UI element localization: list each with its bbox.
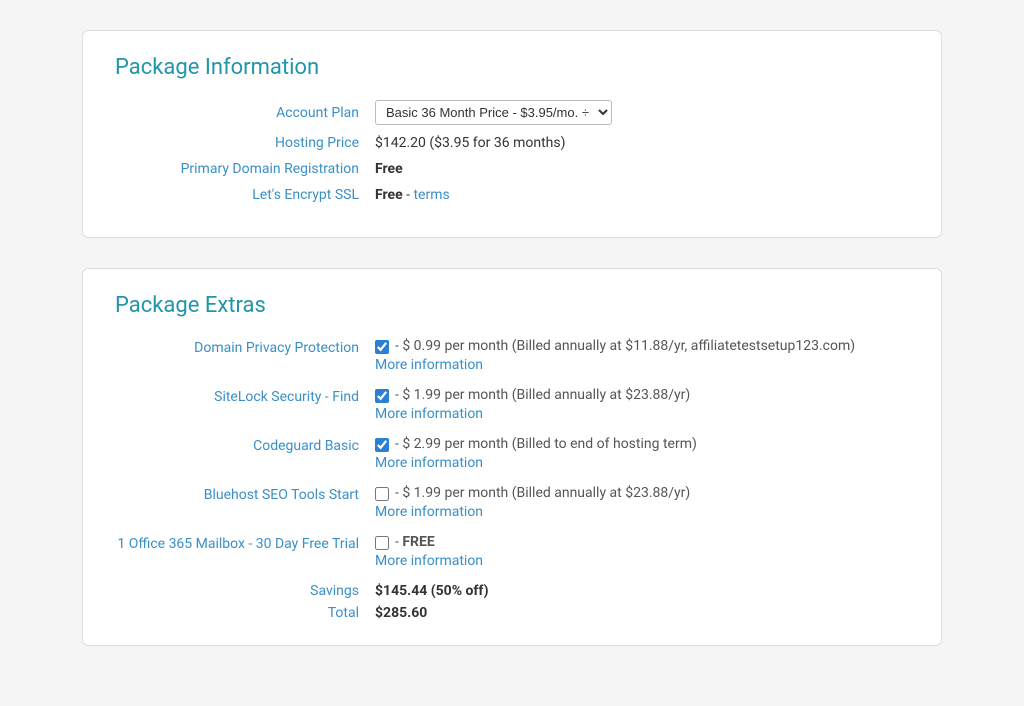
package-information-card: Package Information Account Plan Basic 3… — [82, 30, 942, 238]
sitelock-check-row: - $ 1.99 per month (Billed annually at $… — [375, 387, 909, 403]
domain-privacy-description: - $ 0.99 per month (Billed annually at $… — [395, 338, 855, 354]
office365-value: - FREE More information — [375, 534, 909, 569]
codeguard-label: Codeguard Basic — [115, 436, 375, 454]
codeguard-check-row: - $ 2.99 per month (Billed to end of hos… — [375, 436, 909, 452]
ssl-label: Let's Encrypt SSL — [115, 187, 375, 203]
total-row: Total $285.60 — [115, 605, 909, 621]
seo-tools-checkbox[interactable] — [375, 487, 389, 501]
codeguard-value: - $ 2.99 per month (Billed to end of hos… — [375, 436, 909, 471]
codeguard-row: Codeguard Basic - $ 2.99 per month (Bill… — [115, 436, 909, 471]
package-info-title: Package Information — [115, 55, 909, 80]
primary-domain-value: Free — [375, 161, 403, 177]
sitelock-checkbox[interactable] — [375, 389, 389, 403]
account-plan-value: Basic 36 Month Price - $3.95/mo. ÷ — [375, 100, 612, 125]
primary-domain-label: Primary Domain Registration — [115, 161, 375, 177]
domain-privacy-check-row: - $ 0.99 per month (Billed annually at $… — [375, 338, 909, 354]
hosting-price-row: Hosting Price $142.20 ($3.95 for 36 mont… — [115, 135, 909, 151]
account-plan-row: Account Plan Basic 36 Month Price - $3.9… — [115, 100, 909, 125]
seo-tools-value: - $ 1.99 per month (Billed annually at $… — [375, 485, 909, 520]
savings-value: $145.44 (50% off) — [375, 583, 489, 599]
ssl-value: Free - terms — [375, 187, 450, 203]
package-extras-title: Package Extras — [115, 293, 909, 318]
seo-tools-row: Bluehost SEO Tools Start - $ 1.99 per mo… — [115, 485, 909, 520]
sitelock-more-info[interactable]: More information — [375, 406, 909, 422]
sitelock-row: SiteLock Security - Find - $ 1.99 per mo… — [115, 387, 909, 422]
office365-more-info[interactable]: More information — [375, 553, 909, 569]
codeguard-checkbox[interactable] — [375, 438, 389, 452]
codeguard-more-info[interactable]: More information — [375, 455, 909, 471]
seo-tools-more-info[interactable]: More information — [375, 504, 909, 520]
savings-label: Savings — [115, 583, 375, 599]
total-label: Total — [115, 605, 375, 621]
primary-domain-row: Primary Domain Registration Free — [115, 161, 909, 177]
seo-tools-check-row: - $ 1.99 per month (Billed annually at $… — [375, 485, 909, 501]
office365-description: - FREE — [395, 534, 435, 550]
domain-privacy-more-info[interactable]: More information — [375, 357, 909, 373]
domain-privacy-label: Domain Privacy Protection — [115, 338, 375, 356]
hosting-price-value: $142.20 ($3.95 for 36 months) — [375, 135, 565, 151]
account-plan-select[interactable]: Basic 36 Month Price - $3.95/mo. ÷ — [375, 100, 612, 125]
hosting-price-label: Hosting Price — [115, 135, 375, 151]
office365-checkbox[interactable] — [375, 536, 389, 550]
seo-tools-label: Bluehost SEO Tools Start — [115, 485, 375, 503]
total-value: $285.60 — [375, 605, 427, 621]
seo-tools-description: - $ 1.99 per month (Billed annually at $… — [395, 485, 690, 501]
office365-label: 1 Office 365 Mailbox - 30 Day Free Trial — [115, 534, 375, 552]
ssl-free-text: Free — [375, 187, 403, 203]
sitelock-value: - $ 1.99 per month (Billed annually at $… — [375, 387, 909, 422]
package-extras-card: Package Extras Domain Privacy Protection… — [82, 268, 942, 646]
ssl-row: Let's Encrypt SSL Free - terms — [115, 187, 909, 203]
domain-privacy-row: Domain Privacy Protection - $ 0.99 per m… — [115, 338, 909, 373]
savings-row: Savings $145.44 (50% off) — [115, 583, 909, 599]
account-plan-label: Account Plan — [115, 105, 375, 121]
sitelock-description: - $ 1.99 per month (Billed annually at $… — [395, 387, 690, 403]
domain-privacy-checkbox[interactable] — [375, 340, 389, 354]
ssl-terms-link[interactable]: terms — [413, 187, 449, 203]
domain-privacy-value: - $ 0.99 per month (Billed annually at $… — [375, 338, 909, 373]
office365-row: 1 Office 365 Mailbox - 30 Day Free Trial… — [115, 534, 909, 569]
office365-check-row: - FREE — [375, 534, 909, 550]
sitelock-label: SiteLock Security - Find — [115, 387, 375, 405]
codeguard-description: - $ 2.99 per month (Billed to end of hos… — [395, 436, 697, 452]
